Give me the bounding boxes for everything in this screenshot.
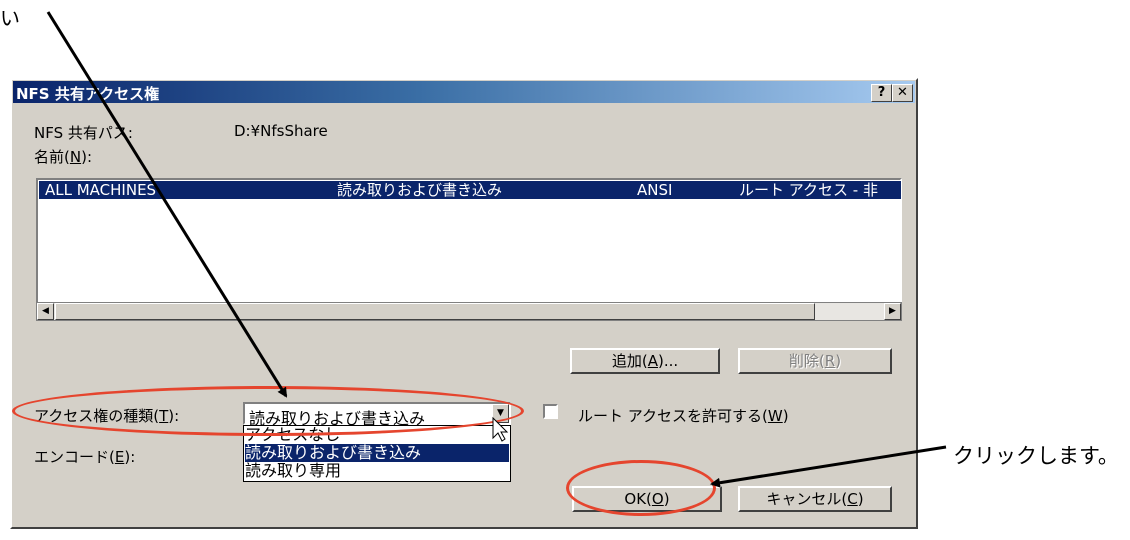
dropdown-option-read-write[interactable]: 読み取りおよび書き込み bbox=[245, 444, 509, 462]
list-item-access: 読み取りおよび書き込み bbox=[337, 181, 503, 199]
list-item[interactable]: ALL MACHINES 読み取りおよび書き込み ANSI ルート アクセス -… bbox=[39, 181, 901, 199]
share-permissions-list[interactable]: ALL MACHINES 読み取りおよび書き込み ANSI ルート アクセス -… bbox=[36, 178, 902, 319]
horizontal-scrollbar[interactable]: ◀ ▶ bbox=[36, 302, 902, 321]
close-button[interactable]: ✕ bbox=[892, 84, 913, 102]
root-access-checkbox[interactable] bbox=[543, 404, 558, 419]
root-access-label[interactable]: ルート アクセスを許可する(W) bbox=[578, 405, 789, 426]
help-button[interactable]: ? bbox=[871, 84, 892, 102]
dropdown-option-read-only[interactable]: 読み取り専用 bbox=[245, 462, 509, 480]
share-path-value: D:¥NfsShare bbox=[234, 122, 328, 140]
cancel-button[interactable]: キャンセル(C) bbox=[738, 486, 892, 512]
add-button[interactable]: 追加(A)... bbox=[570, 348, 720, 374]
ok-button[interactable]: OK(O) bbox=[572, 486, 722, 512]
dropdown-option-none[interactable]: アクセスなし bbox=[245, 426, 509, 444]
access-type-label: アクセス権の種類(T): bbox=[34, 407, 180, 425]
name-label: 名前(N): bbox=[34, 148, 92, 166]
title-bar[interactable]: NFS 共有アクセス権 ? ✕ bbox=[13, 81, 915, 103]
remove-button[interactable]: 削除(R) bbox=[738, 348, 892, 374]
list-item-encoding: ANSI bbox=[637, 181, 673, 199]
list-item-root-access: ルート アクセス - 非 bbox=[739, 181, 878, 199]
share-path-label: NFS 共有パス: bbox=[34, 124, 133, 142]
scroll-right-icon[interactable]: ▶ bbox=[884, 303, 901, 320]
access-type-select[interactable]: 読み取りおよび書き込み ▼ bbox=[243, 402, 511, 428]
encode-label: エンコード(E): bbox=[34, 448, 136, 466]
dialog-title: NFS 共有アクセス権 bbox=[16, 85, 160, 103]
access-type-dropdown[interactable]: アクセスなし 読み取りおよび書き込み 読み取り専用 bbox=[243, 425, 511, 482]
scroll-left-icon[interactable]: ◀ bbox=[37, 303, 54, 320]
chevron-down-icon[interactable]: ▼ bbox=[492, 404, 509, 423]
scroll-thumb[interactable] bbox=[55, 303, 815, 320]
click-annotation: クリックします。 bbox=[953, 444, 1119, 468]
top-annotation: い bbox=[0, 6, 20, 30]
list-item-name: ALL MACHINES bbox=[45, 181, 157, 199]
